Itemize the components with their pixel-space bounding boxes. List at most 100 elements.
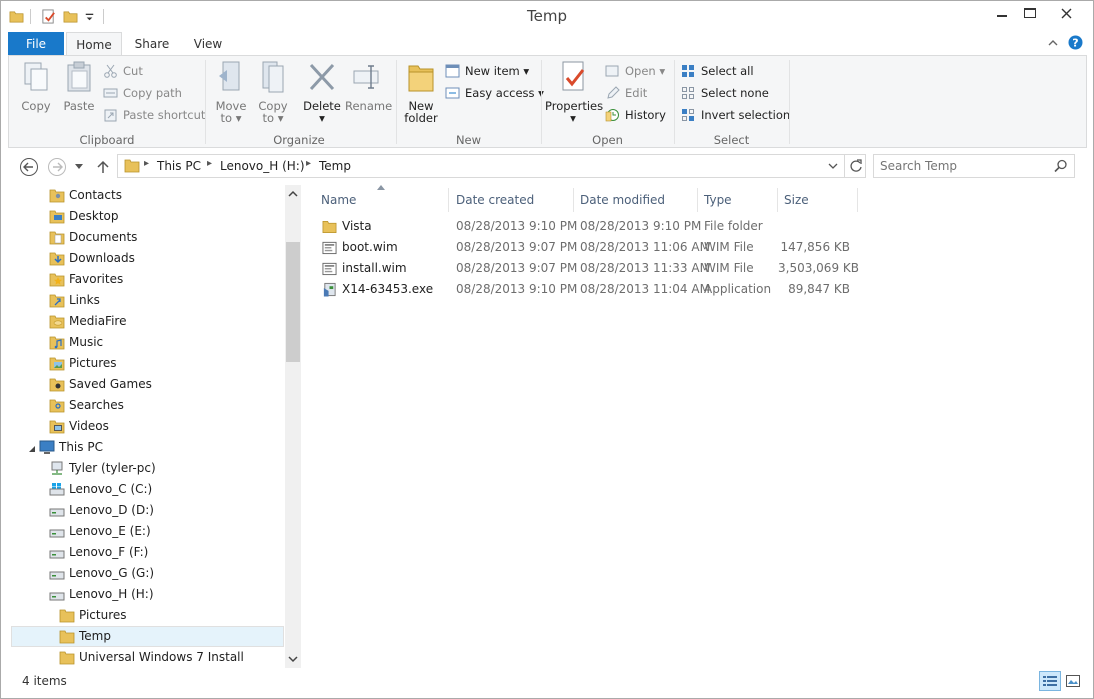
recent-locations-button[interactable] <box>72 156 86 178</box>
new-item-button[interactable]: New item ▾ <box>445 61 529 81</box>
breadcrumb-separator-icon[interactable]: ▸ <box>207 158 212 169</box>
tab-view[interactable]: View <box>180 32 236 56</box>
breadcrumb-separator-icon[interactable]: ▸ <box>144 158 149 169</box>
column-header-size[interactable]: Size <box>778 188 858 212</box>
open-button[interactable]: Open ▾ <box>605 61 665 81</box>
group-separator <box>205 60 206 144</box>
cut-label: Cut <box>123 64 143 78</box>
breadcrumb-this-pc[interactable]: This PC <box>157 159 201 173</box>
history-button[interactable]: History <box>605 105 666 125</box>
file-size: 3,503,069 KB <box>778 261 859 275</box>
rename-icon <box>353 65 379 89</box>
tree-item[interactable]: Pictures <box>49 353 117 374</box>
drive-icon <box>49 508 65 517</box>
delete-button[interactable]: Delete ▾ <box>302 60 342 125</box>
address-history-chevron-icon[interactable] <box>828 163 838 170</box>
forward-button[interactable] <box>46 156 68 178</box>
file-name-cell[interactable]: install.wim <box>321 258 407 278</box>
file-row[interactable]: Vista 08/28/2013 9:10 PM 08/28/2013 9:10 P… <box>314 216 859 237</box>
file-row[interactable]: X14-63453.exe 08/28/2013 9:10 PM 08/28/201… <box>314 279 859 300</box>
file-row[interactable]: boot.wim 08/28/2013 9:07 PM 08/28/2013 11:… <box>314 237 859 258</box>
column-header-type[interactable]: Type <box>698 188 778 212</box>
file-name-cell[interactable]: X14-63453.exe <box>321 279 433 299</box>
tree-item-label: Pictures <box>69 356 117 370</box>
tree-item[interactable]: Videos <box>49 416 109 437</box>
back-button[interactable] <box>18 156 40 178</box>
tree-item-label: Downloads <box>69 251 135 265</box>
tree-item[interactable]: Lenovo_F (F:) <box>49 542 148 563</box>
tree-item[interactable]: Pictures <box>59 605 127 626</box>
svg-text:?: ? <box>1072 37 1078 50</box>
tree-item[interactable]: Universal Windows 7 Install <box>59 647 244 668</box>
edit-button[interactable]: Edit <box>605 83 647 103</box>
details-view-button[interactable] <box>1039 671 1061 691</box>
paste-button[interactable]: Paste <box>59 60 99 113</box>
tab-file[interactable]: File <box>8 32 64 56</box>
tree-item[interactable]: Documents <box>49 227 137 248</box>
invert-selection-button[interactable]: Invert selection <box>681 105 790 125</box>
tree-item[interactable]: Music <box>49 332 103 353</box>
tree-item[interactable]: Favorites <box>49 269 123 290</box>
tree-item[interactable]: Tyler (tyler-pc) <box>49 458 156 479</box>
group-separator <box>396 60 397 144</box>
cut-button[interactable]: Cut <box>103 61 143 81</box>
breadcrumb-drive-h[interactable]: Lenovo_H (H:) <box>220 159 305 173</box>
tree-item[interactable]: Lenovo_H (H:) <box>49 584 154 605</box>
tree-item[interactable]: Saved Games <box>49 374 152 395</box>
scroll-down-icon[interactable] <box>288 656 298 663</box>
copy-button[interactable]: Copy <box>16 60 56 113</box>
rename-button[interactable]: Rename <box>345 60 392 113</box>
easy-access-button[interactable]: Easy access ▾ <box>445 83 544 103</box>
copy-to-button[interactable]: Copy to ▾ <box>253 60 293 125</box>
select-none-button[interactable]: Select none <box>681 83 769 103</box>
tree-item[interactable]: MediaFire <box>49 311 126 332</box>
scroll-up-icon[interactable] <box>288 190 298 197</box>
collapse-ribbon-icon[interactable] <box>1048 39 1058 47</box>
refresh-icon[interactable] <box>849 159 863 173</box>
tree-item[interactable]: This PC <box>39 437 103 458</box>
search-input[interactable] <box>880 158 1050 174</box>
new-folder-button[interactable]: New folder <box>401 60 441 125</box>
expand-chevron-icon[interactable] <box>28 442 36 456</box>
column-header-date-created[interactable]: Date created <box>450 188 574 212</box>
tab-home[interactable]: Home <box>66 32 122 57</box>
file-row[interactable]: install.wim 08/28/2013 9:07 PM 08/28/2013 … <box>314 258 859 279</box>
help-icon[interactable]: ? <box>1068 35 1083 50</box>
tree-item[interactable]: Lenovo_E (E:) <box>49 521 151 542</box>
column-header-name[interactable]: Name <box>315 188 449 212</box>
searches-folder-icon <box>49 399 65 413</box>
select-all-button[interactable]: Select all <box>681 61 754 81</box>
open-icon <box>605 65 619 77</box>
tree-item[interactable]: Searches <box>49 395 124 416</box>
scrollbar-thumb[interactable] <box>286 242 300 362</box>
tree-item[interactable]: Desktop <box>49 206 119 227</box>
up-arrow-icon <box>97 160 109 173</box>
move-to-button[interactable]: Move to ▾ <box>211 60 251 125</box>
tree-item[interactable]: Lenovo_C (C:) <box>49 479 152 500</box>
breadcrumb-separator-icon[interactable]: ▸ <box>306 158 311 169</box>
file-type: WIM File <box>704 240 754 254</box>
breadcrumb-temp[interactable]: Temp <box>319 159 351 173</box>
tree-item[interactable]: Downloads <box>49 248 135 269</box>
navigation-scrollbar[interactable] <box>285 185 301 668</box>
copy-path-button[interactable]: Copy path <box>103 83 182 103</box>
tree-item[interactable]: Contacts <box>49 185 122 206</box>
column-header-date-modified[interactable]: Date modified <box>574 188 698 212</box>
tree-item[interactable]: Temp <box>59 626 111 647</box>
documents-folder-icon <box>49 231 65 245</box>
search-icon[interactable] <box>1054 159 1068 173</box>
search-box[interactable] <box>873 154 1075 178</box>
tree-item[interactable]: Lenovo_G (G:) <box>49 563 154 584</box>
tree-item-label: Tyler (tyler-pc) <box>69 461 156 475</box>
tree-item[interactable]: Lenovo_D (D:) <box>49 500 154 521</box>
close-button[interactable] <box>1044 2 1089 24</box>
up-button[interactable] <box>92 156 114 178</box>
address-bar[interactable]: ▸ This PC ▸ Lenovo_H (H:) ▸ Temp <box>117 154 866 178</box>
properties-button[interactable]: Properties ▾ <box>545 60 603 125</box>
tree-item[interactable]: Links <box>49 290 100 311</box>
file-name-cell[interactable]: Vista <box>321 216 372 236</box>
large-icons-view-button[interactable] <box>1062 671 1084 691</box>
file-name-cell[interactable]: boot.wim <box>321 237 398 257</box>
tab-share[interactable]: Share <box>124 32 180 56</box>
paste-shortcut-button[interactable]: Paste shortcut <box>103 105 205 125</box>
